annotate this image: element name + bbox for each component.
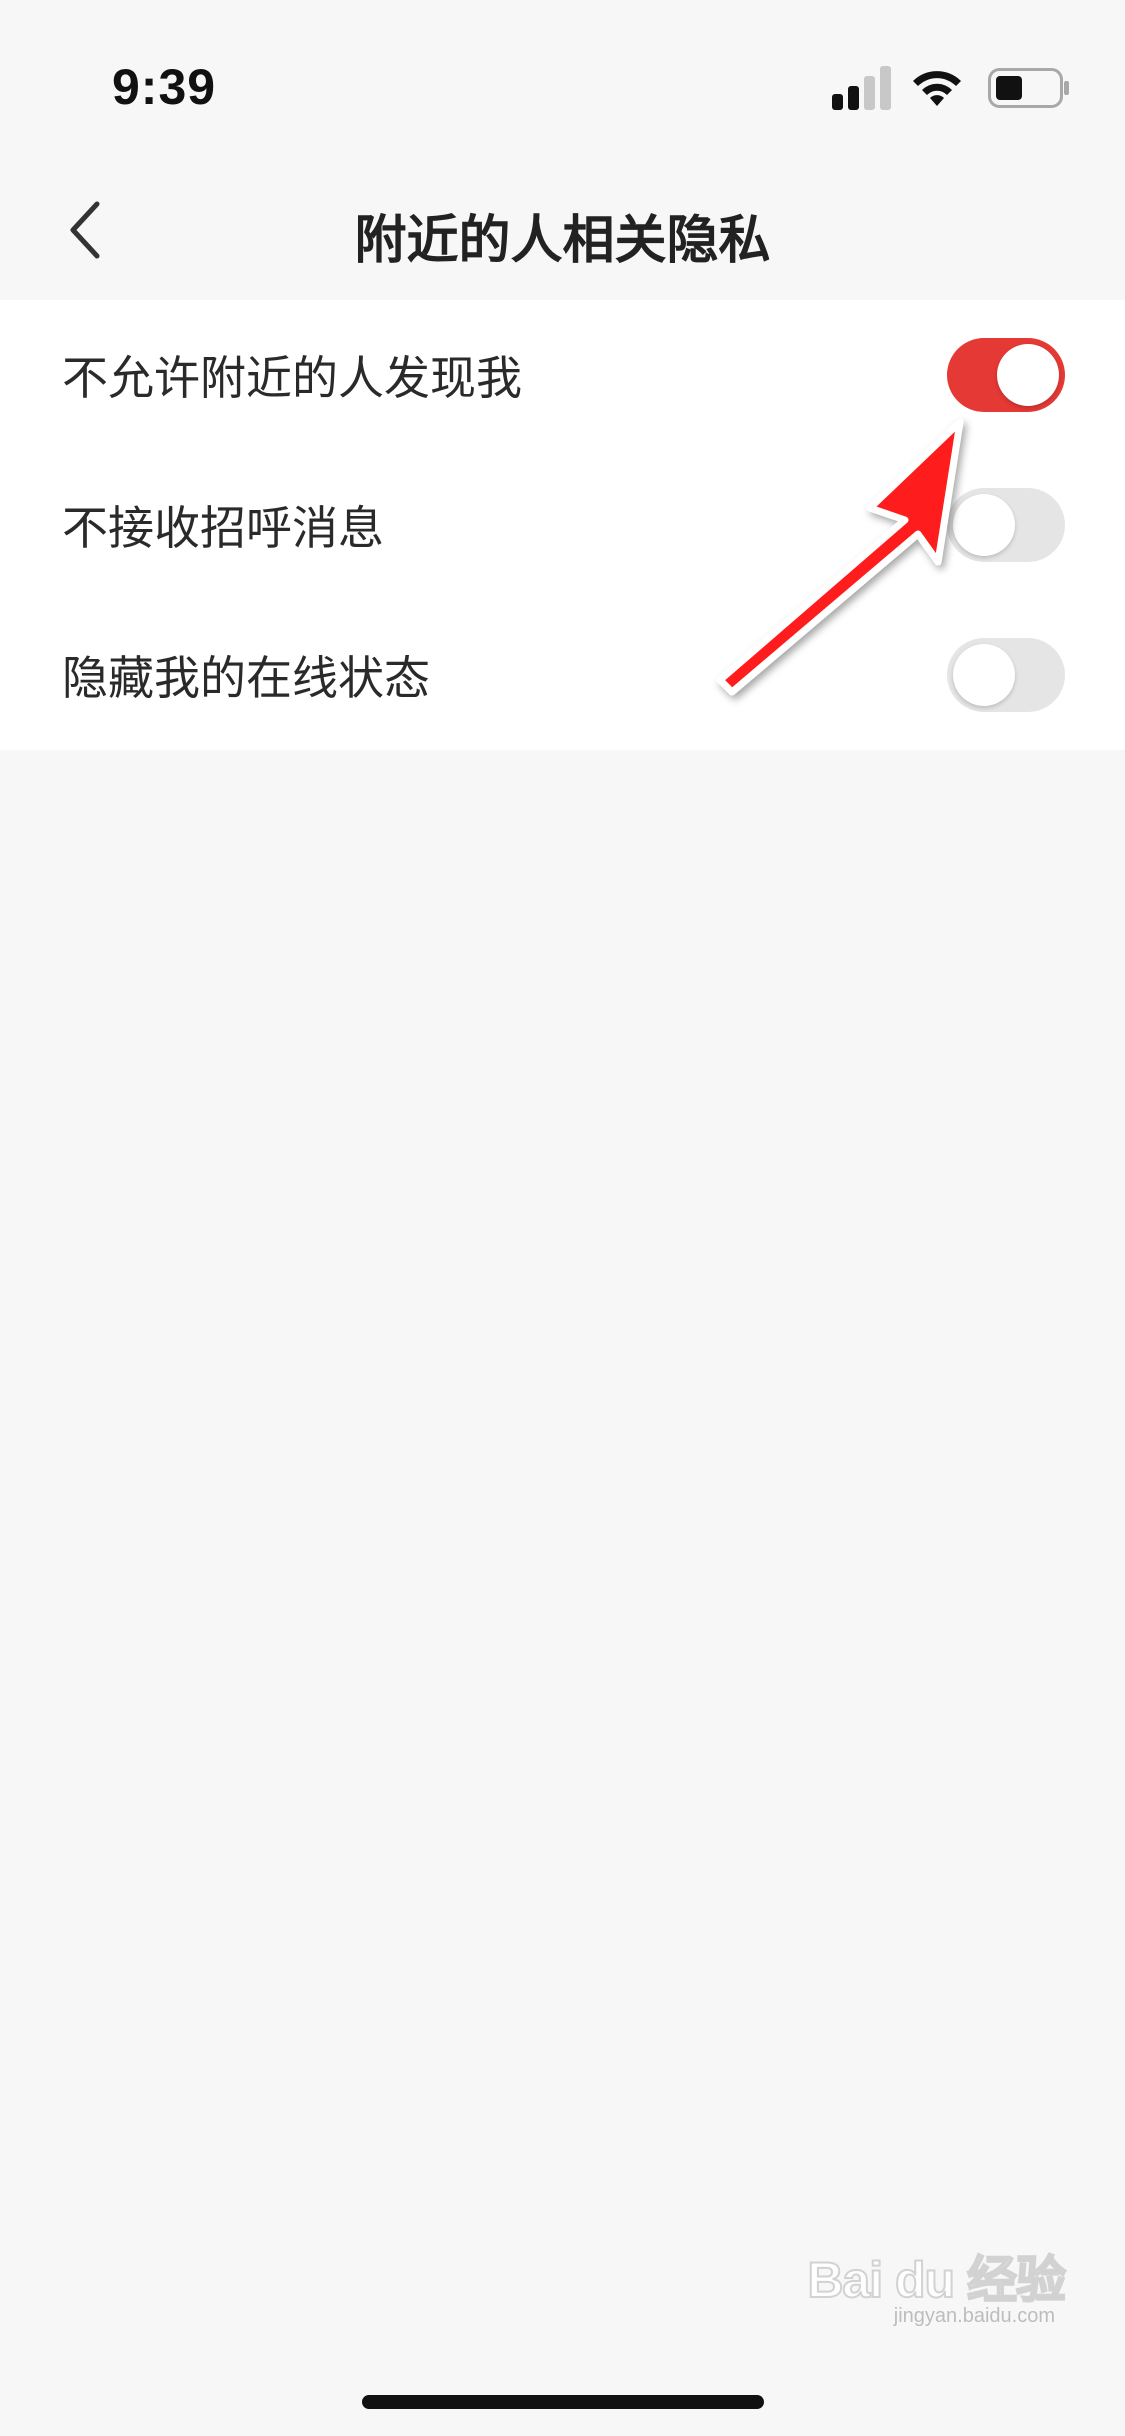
nav-bar: 附近的人相关隐私	[0, 170, 1125, 290]
baidu-watermark: Bai du 经验	[806, 2240, 1067, 2312]
annotation-arrow-icon	[716, 418, 964, 696]
status-time: 9:39	[112, 59, 217, 115]
setting-label: 隐藏我的在线状态	[62, 651, 430, 705]
page-title: 附近的人相关隐私	[354, 211, 771, 271]
signal-icon	[832, 66, 891, 110]
battery-icon	[988, 68, 1069, 108]
status-bar: 9:39	[0, 0, 1125, 140]
setting-label: 不接收招呼消息	[62, 501, 384, 555]
home-indicator[interactable]	[362, 2395, 764, 2409]
wifi-icon	[913, 71, 961, 106]
watermark-url: jingyan.baidu.com	[893, 2305, 1055, 2327]
watermark-logo: Bai du 经验	[806, 2251, 1067, 2309]
toggle-knob	[997, 344, 1059, 406]
setting-label: 不允许附近的人发现我	[62, 351, 522, 405]
